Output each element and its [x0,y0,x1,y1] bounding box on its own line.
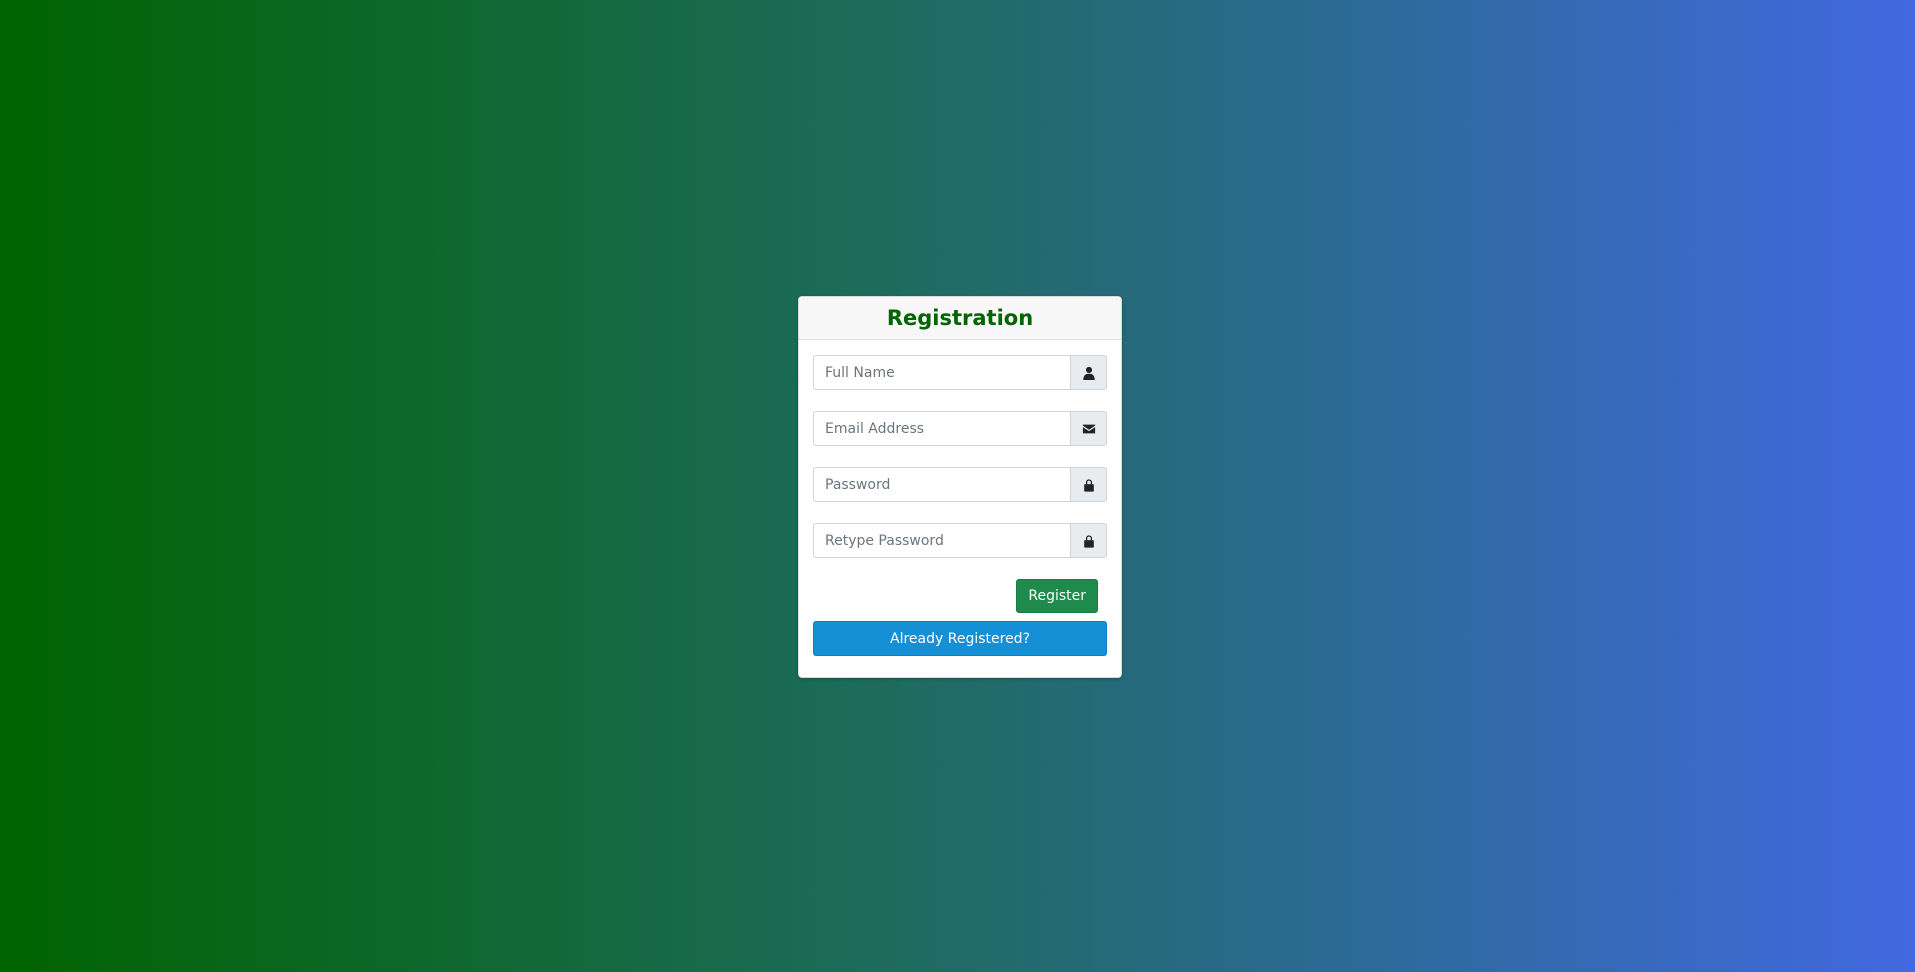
page-title: Registration [886,306,1034,330]
card-header: Registration [799,297,1121,340]
full-name-group [813,355,1107,390]
retype-password-group [813,523,1107,558]
email-input[interactable] [813,411,1070,446]
retype-password-input[interactable] [813,523,1070,558]
lock-icon [1070,467,1107,502]
full-name-input[interactable] [813,355,1070,390]
password-input[interactable] [813,467,1070,502]
register-button[interactable]: Register [1016,579,1098,613]
email-group [813,411,1107,446]
register-row: Register [813,579,1107,613]
lock-icon [1070,523,1107,558]
user-icon [1070,355,1107,390]
password-group [813,467,1107,502]
registration-form: Register Already Registered? [799,340,1121,656]
registration-card: Registration Regis [798,296,1122,678]
envelope-icon [1070,411,1107,446]
already-registered-button[interactable]: Already Registered? [813,621,1107,656]
